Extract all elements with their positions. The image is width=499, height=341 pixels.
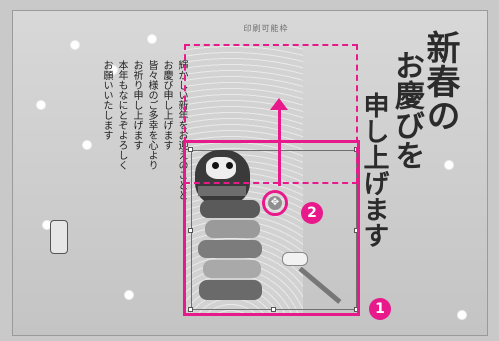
arrow-up-icon: [270, 98, 288, 110]
plum-blossom-icon: [37, 101, 45, 109]
selected-image-highlight: [183, 140, 360, 316]
calligraphy-column: 新春の: [420, 30, 460, 132]
plum-blossom-icon: [83, 141, 91, 149]
plum-blossom-icon: [458, 311, 466, 319]
message-line: お願いいたします: [101, 60, 112, 140]
move-cross-icon[interactable]: ✥: [268, 196, 282, 210]
print-area-label: 印刷可能枠: [243, 24, 289, 33]
plum-blossom-icon: [71, 41, 79, 49]
plum-blossom-icon: [125, 291, 133, 299]
step-badge-1: 1: [369, 298, 391, 320]
calligraphy-column: 申し上げます: [359, 92, 389, 248]
message-line: 皆々様のご多幸を心より: [146, 60, 157, 170]
message-line: 本年もなにとぞよろしく: [116, 60, 127, 170]
greeting-message[interactable]: 輝かしい新年をお迎えのことと お慶び申し上げます 皆々様のご多幸を心より お祈り…: [92, 60, 187, 230]
new-year-calligraphy[interactable]: 新春の お慶びを 申し上げます: [359, 30, 470, 280]
message-line: お慶び申し上げます: [161, 60, 172, 150]
calligraphy-column: お慶びを: [389, 50, 424, 170]
drag-direction-arrow: [278, 104, 281, 186]
step-badge-2: 2: [301, 202, 323, 224]
plum-blossom-icon: [148, 35, 156, 43]
seal-stamp-icon: [50, 220, 68, 254]
message-line: お祈り申し上げます: [131, 60, 142, 150]
